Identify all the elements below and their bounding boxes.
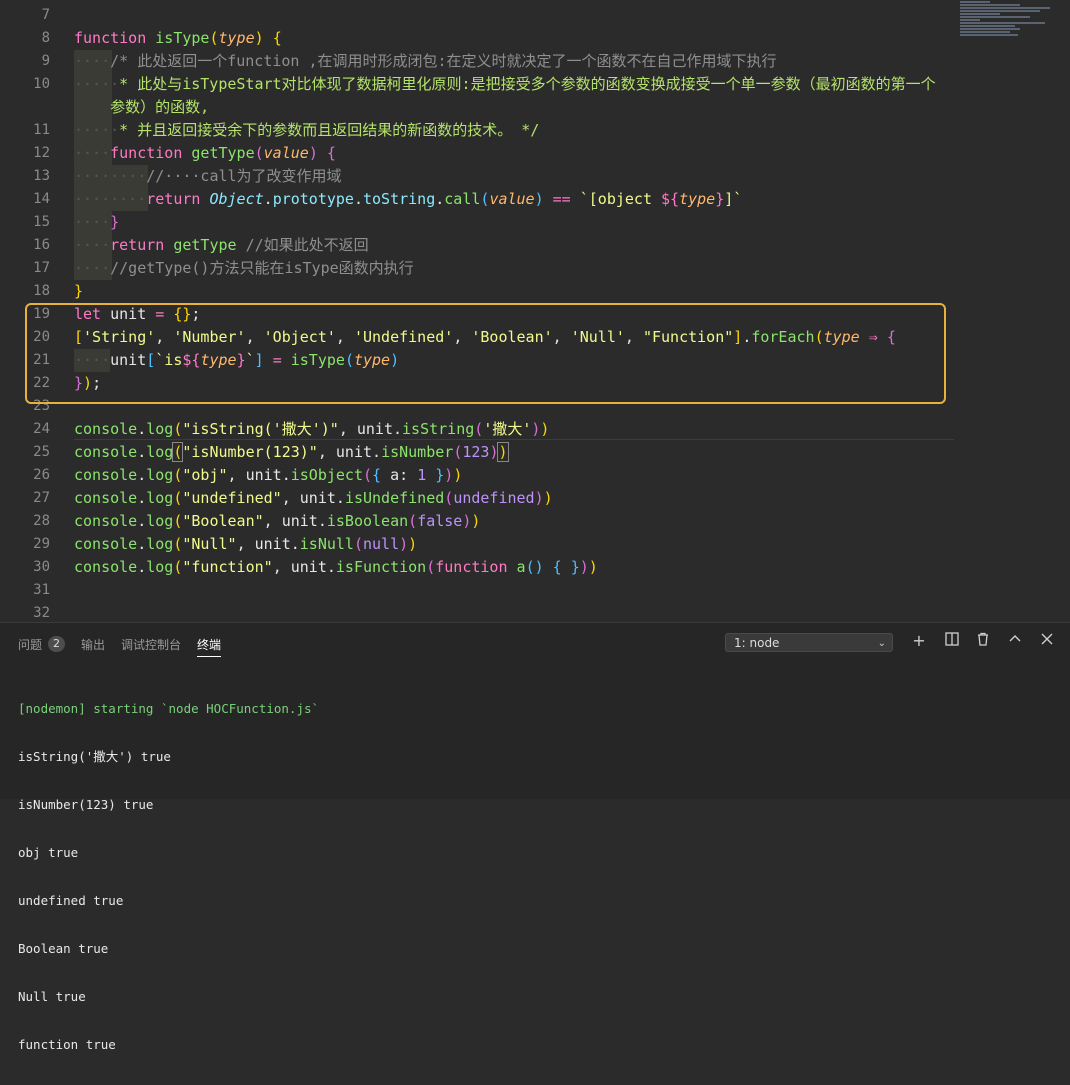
line-number: 9 xyxy=(41,53,50,69)
tab-label: 输出 xyxy=(81,637,106,652)
tab-terminal[interactable]: 终端 xyxy=(197,635,222,657)
chevron-up-icon[interactable] xyxy=(1006,632,1024,650)
terminal-line: Null true xyxy=(18,989,86,1004)
line-number: 14 xyxy=(33,191,50,207)
code-editor[interactable]: 7 8 9 10 11 12 13 14 15 16 17 18 19 20 21 22 23 24 25 26 27 2… xyxy=(0,0,1070,622)
code-line-27: console.log("undefined", unit.isUndefine… xyxy=(74,489,553,507)
code-line-11: ·····* 并且返回接受余下的参数而且返回结果的新函数的技术。 */ xyxy=(74,121,540,139)
bottom-panel: 问题 2 输出 调试控制台 终端 1: node ⌄ + [nodemon] s… xyxy=(0,622,1070,1052)
code-line-9: ····/* 此处返回一个function ,在调用时形成闭包:在定义时就决定了… xyxy=(74,52,777,70)
line-number: 26 xyxy=(33,467,50,483)
line-number: 17 xyxy=(33,260,50,276)
tab-output[interactable]: 输出 xyxy=(81,635,105,653)
terminal-select[interactable]: 1: node ⌄ xyxy=(725,633,893,652)
tab-label: 调试控制台 xyxy=(121,637,182,652)
line-number: 25 xyxy=(33,444,50,460)
editor-scrollbar[interactable] xyxy=(1060,0,1068,622)
code-line-14: ········return Object.prototype.toString… xyxy=(74,190,743,208)
line-number: 7 xyxy=(41,7,50,23)
line-number: 16 xyxy=(33,237,50,253)
line-number: 13 xyxy=(33,168,50,184)
code-line-17: ····//getType()方法只能在isType函数内执行 xyxy=(74,259,414,277)
terminal-line: obj true xyxy=(18,845,79,860)
line-number: 12 xyxy=(33,145,50,161)
code-line-18: } xyxy=(74,282,84,300)
line-number: 28 xyxy=(33,513,50,529)
plus-icon[interactable]: + xyxy=(910,632,928,650)
split-terminal-icon[interactable] xyxy=(943,632,961,650)
code-line-13: ········//····call为了改变作用域 xyxy=(74,167,342,185)
panel-tabs: 问题 2 输出 调试控制台 终端 xyxy=(18,635,237,657)
code-line-10-wrap: 参数）的函数, xyxy=(110,98,210,116)
line-number: 10 xyxy=(33,76,50,92)
code-line-10: ·····* 此处与isTypeStart对比体现了数据柯里化原则:是把接受多个… xyxy=(74,75,936,93)
line-number: 11 xyxy=(33,122,50,138)
line-number: 8 xyxy=(41,30,50,46)
terminal-output[interactable]: [nodemon] starting `node HOCFunction.js`… xyxy=(18,669,319,1085)
line-number: 15 xyxy=(33,214,50,230)
terminal-line: function true xyxy=(18,1037,116,1052)
code-line-29: console.log("Null", unit.isNull(null)) xyxy=(74,535,418,553)
chevron-down-icon: ⌄ xyxy=(877,638,886,649)
highlight-annotation-box xyxy=(25,303,946,404)
tab-label: 终端 xyxy=(197,637,222,652)
terminal-line: [nodemon] starting `node HOCFunction.js` xyxy=(18,701,320,716)
code-line-8: function isType(type) { xyxy=(74,29,282,47)
terminal-line: isString('撒大') true xyxy=(18,749,171,764)
close-icon[interactable] xyxy=(1038,632,1056,650)
code-line-25: console.log("isNumber(123)", unit.isNumb… xyxy=(74,442,509,462)
line-number: 30 xyxy=(33,559,50,575)
minimap[interactable] xyxy=(960,0,1060,70)
problems-count-badge: 2 xyxy=(48,636,66,652)
tab-label: 问题 xyxy=(18,637,43,652)
code-line-28: console.log("Boolean", unit.isBoolean(fa… xyxy=(74,512,481,530)
line-number: 29 xyxy=(33,536,50,552)
line-number: 31 xyxy=(33,582,50,598)
code-line-16: ····return getType //如果此处不返回 xyxy=(74,236,369,254)
terminal-select-value: 1: node xyxy=(734,636,780,650)
current-line-indicator xyxy=(74,439,954,440)
terminal-line: isNumber(123) true xyxy=(18,797,154,812)
code-line-15: ····} xyxy=(74,213,120,231)
code-line-12: ····function getType(value) { xyxy=(74,144,336,162)
code-line-26: console.log("obj", unit.isObject({ a: 1 … xyxy=(74,466,463,484)
code-line-24: console.log("isString('撒大')", unit.isStr… xyxy=(74,420,550,438)
line-number: 27 xyxy=(33,490,50,506)
terminal-line: Boolean true xyxy=(18,941,109,956)
line-number: 32 xyxy=(33,605,50,621)
code-line-30: console.log("function", unit.isFunction(… xyxy=(74,558,598,576)
terminal-line: undefined true xyxy=(18,893,124,908)
tab-problems[interactable]: 问题 2 xyxy=(18,635,66,653)
tab-debug-console[interactable]: 调试控制台 xyxy=(121,635,181,653)
line-number: 24 xyxy=(33,421,50,437)
trash-icon[interactable] xyxy=(974,632,992,650)
line-number: 18 xyxy=(33,283,50,299)
